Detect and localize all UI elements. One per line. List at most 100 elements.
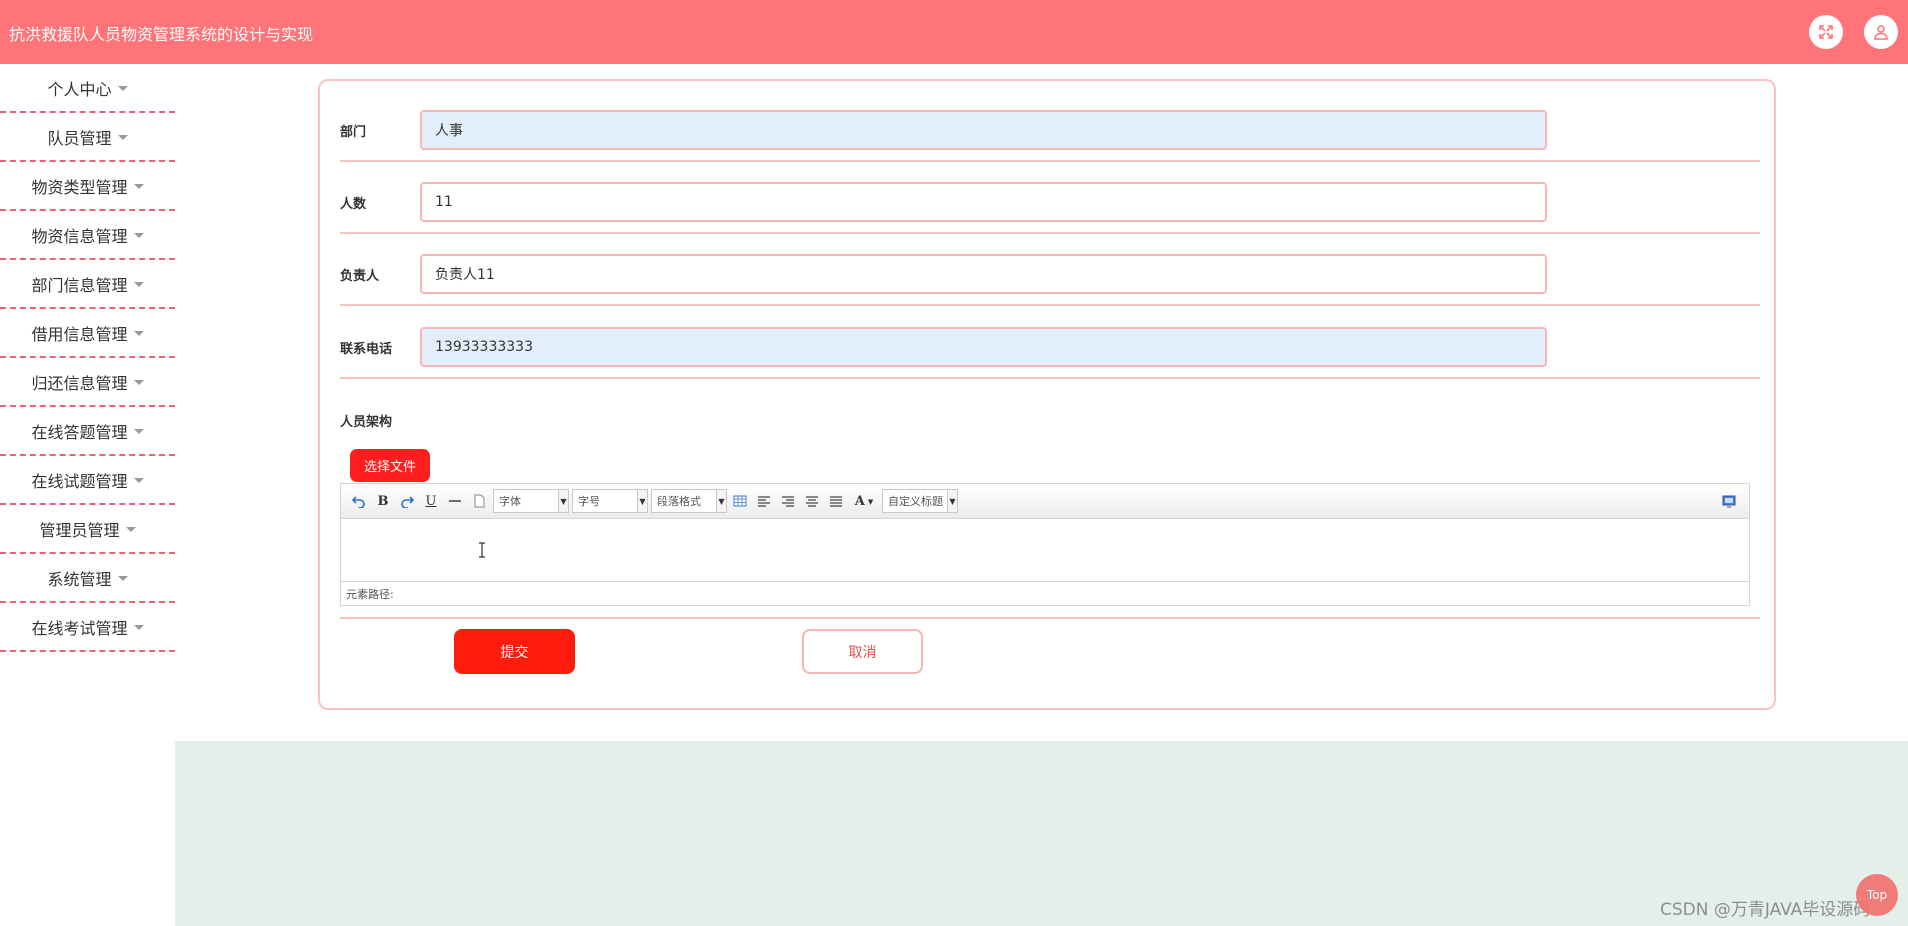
sidebar-item-department-info[interactable]: 部门信息管理 — [0, 260, 175, 309]
undo-button[interactable] — [349, 491, 369, 511]
fullscreen-icon — [1819, 25, 1833, 39]
paragraph-format-select[interactable]: 段落格式 ▼ — [651, 489, 727, 513]
submit-button[interactable]: 提交 — [454, 629, 575, 674]
text-color-button[interactable]: A ▼ — [850, 491, 878, 511]
sidebar-item-online-exams[interactable]: 在线考试管理 — [0, 603, 175, 652]
sidebar-item-system[interactable]: 系统管理 — [0, 554, 175, 603]
text-color-icon: A — [854, 493, 865, 509]
structure-label: 人员架构 — [340, 415, 393, 430]
sidebar: 个人中心 队员管理 物资类型管理 物资信息管理 部门信息管理 借用信息管理 归还… — [0, 64, 175, 652]
sidebar-item-supply-types[interactable]: 物资类型管理 — [0, 162, 175, 211]
row-divider — [340, 232, 1760, 234]
font-size-select[interactable]: 字号 ▼ — [572, 489, 648, 513]
sidebar-item-label: 物资类型管理 — [31, 177, 128, 197]
sidebar-item-members[interactable]: 队员管理 — [0, 113, 175, 162]
text-cursor-icon — [479, 542, 485, 558]
font-size-value: 字号 — [578, 495, 600, 508]
caret-down-icon — [117, 135, 128, 140]
insert-table-button[interactable] — [730, 491, 750, 511]
sidebar-item-label: 在线考试管理 — [31, 618, 128, 638]
caret-down-icon — [133, 233, 144, 238]
sidebar-item-label: 系统管理 — [47, 569, 112, 589]
caret-down-icon — [133, 331, 144, 336]
page-break-button[interactable] — [469, 491, 489, 511]
caret-down-icon — [133, 184, 144, 189]
content-footer-area — [175, 741, 1908, 926]
align-justify-icon — [830, 496, 842, 507]
element-path-bar: 元素路径: — [341, 581, 1749, 605]
caret-down-icon — [133, 625, 144, 630]
editor-content-area[interactable] — [341, 519, 1749, 581]
count-label: 人数 — [340, 197, 367, 212]
back-to-top-button[interactable]: Top — [1856, 874, 1898, 916]
app-header: 抗洪救援队人员物资管理系统的设计与实现 — [0, 0, 1908, 64]
align-center-icon — [806, 496, 818, 507]
align-center-button[interactable] — [802, 491, 822, 511]
count-field[interactable]: 11 — [420, 182, 1547, 222]
sidebar-item-label: 管理员管理 — [39, 520, 120, 540]
document-icon — [474, 494, 485, 508]
row-divider — [340, 377, 1760, 379]
underline-button[interactable]: U — [421, 491, 441, 511]
sidebar-item-label: 归还信息管理 — [31, 373, 128, 393]
font-family-select[interactable]: 字体 ▼ — [493, 489, 569, 513]
source-view-button[interactable] — [1719, 491, 1739, 511]
sidebar-item-label: 在线答题管理 — [31, 422, 128, 442]
row-divider — [340, 304, 1760, 306]
caret-down-icon — [133, 429, 144, 434]
sidebar-item-label: 借用信息管理 — [31, 324, 128, 344]
horizontal-rule-icon — [449, 500, 461, 502]
caret-down-icon — [117, 576, 128, 581]
align-left-icon — [758, 496, 770, 507]
sidebar-item-personal-center[interactable]: 个人中心 — [0, 64, 175, 113]
paragraph-format-value: 段落格式 — [657, 495, 701, 508]
leader-field[interactable]: 负责人11 — [420, 254, 1547, 294]
align-justify-button[interactable] — [826, 491, 846, 511]
redo-button[interactable] — [397, 491, 417, 511]
dropdown-arrow-icon: ▼ — [558, 490, 568, 512]
sidebar-item-supply-info[interactable]: 物资信息管理 — [0, 211, 175, 260]
sidebar-item-return-info[interactable]: 归还信息管理 — [0, 358, 175, 407]
leader-label: 负责人 — [340, 269, 380, 284]
app-title: 抗洪救援队人员物资管理系统的设计与实现 — [9, 25, 314, 44]
row-divider — [340, 160, 1760, 162]
undo-icon — [352, 496, 365, 508]
rich-text-editor: B U 字体 ▼ 字号 ▼ 段落格式 ▼ A ▼ 自定义标题 ▼ 元素路径: — [340, 483, 1750, 606]
sidebar-item-borrow-info[interactable]: 借用信息管理 — [0, 309, 175, 358]
dropdown-arrow-icon: ▼ — [637, 490, 647, 512]
caret-down-icon — [133, 380, 144, 385]
table-icon — [733, 495, 747, 507]
phone-field[interactable]: 13933333333 — [420, 327, 1547, 367]
department-field[interactable]: 人事 — [420, 110, 1547, 150]
bold-button[interactable]: B — [373, 491, 393, 511]
caret-down-icon — [125, 527, 136, 532]
sidebar-item-label: 部门信息管理 — [31, 275, 128, 295]
sidebar-item-label: 物资信息管理 — [31, 226, 128, 246]
align-right-button[interactable] — [778, 491, 798, 511]
caret-down-icon — [133, 282, 144, 287]
row-divider — [340, 617, 1760, 619]
watermark-text: CSDN @万青JAVA毕设源码 — [1660, 900, 1871, 920]
align-left-button[interactable] — [754, 491, 774, 511]
sidebar-item-label: 在线试题管理 — [31, 471, 128, 491]
align-right-icon — [782, 496, 794, 507]
sidebar-item-admins[interactable]: 管理员管理 — [0, 505, 175, 554]
sidebar-item-online-answers[interactable]: 在线答题管理 — [0, 407, 175, 456]
caret-down-icon — [133, 478, 144, 483]
edit-form-card — [318, 79, 1776, 710]
custom-title-select[interactable]: 自定义标题 ▼ — [882, 489, 958, 513]
phone-label: 联系电话 — [340, 342, 393, 357]
fullscreen-button[interactable] — [1809, 15, 1843, 49]
dropdown-arrow-icon: ▼ — [867, 496, 874, 506]
sidebar-item-label: 队员管理 — [47, 128, 112, 148]
user-button[interactable] — [1864, 15, 1898, 49]
horizontal-rule-button[interactable] — [445, 491, 465, 511]
dropdown-arrow-icon: ▼ — [947, 490, 957, 512]
element-path-label: 元素路径: — [346, 587, 394, 601]
user-icon — [1874, 25, 1888, 40]
caret-down-icon — [117, 86, 128, 91]
sidebar-item-online-questions[interactable]: 在线试题管理 — [0, 456, 175, 505]
font-family-value: 字体 — [499, 495, 521, 508]
choose-file-button[interactable]: 选择文件 — [350, 449, 430, 482]
cancel-button[interactable]: 取消 — [802, 629, 923, 674]
